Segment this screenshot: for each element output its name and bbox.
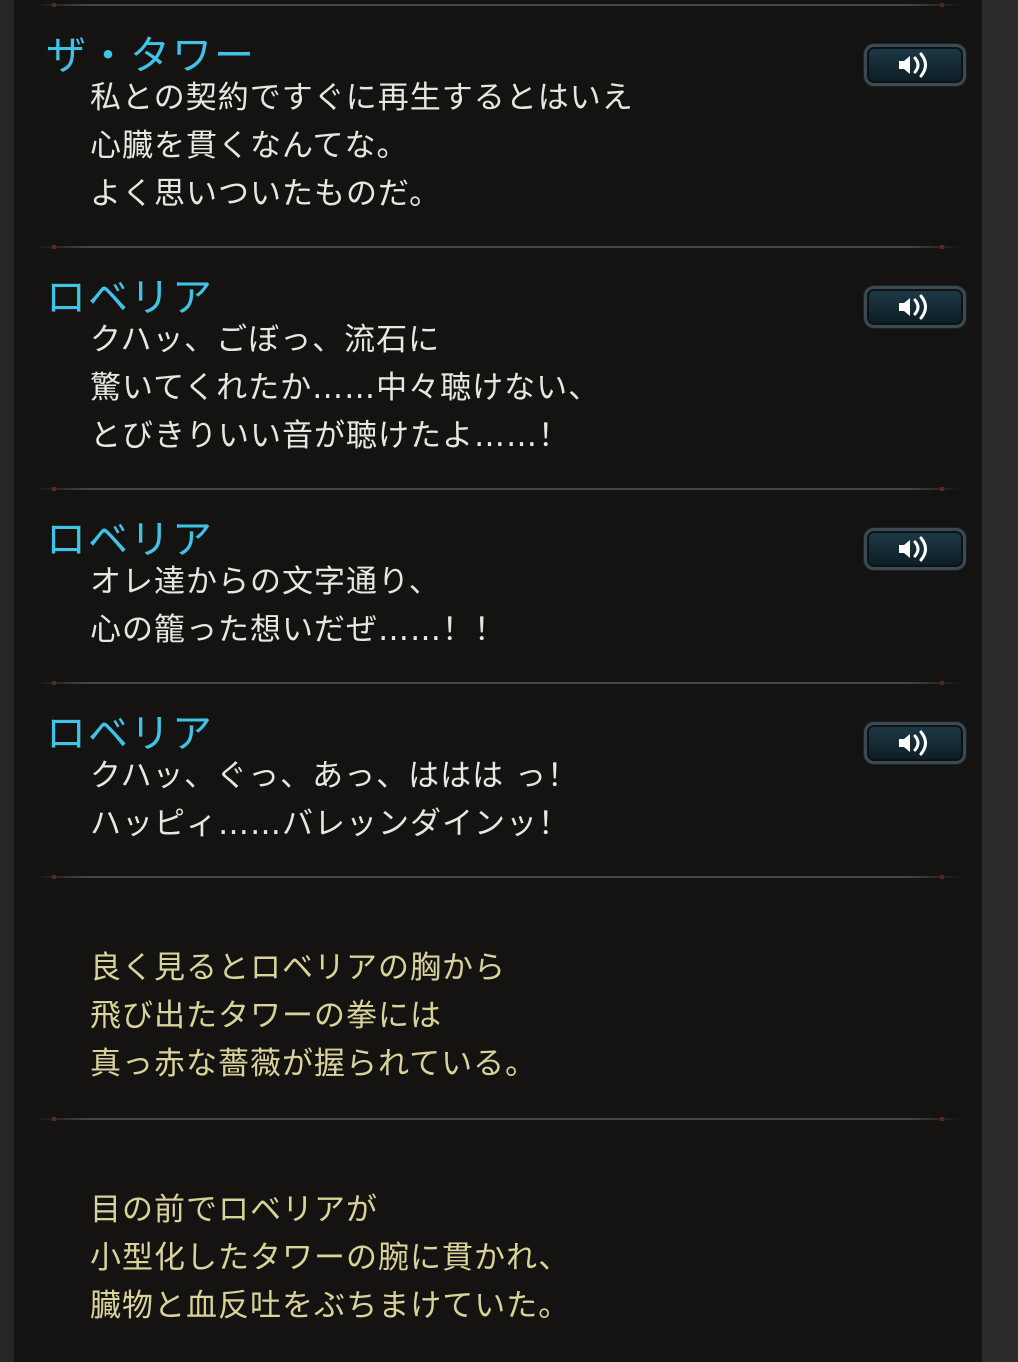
narration-text: 良く見るとロベリアの胸から 飛び出たタワーの拳には 真っ赤な薔薇が握られている。 — [90, 944, 537, 1088]
divider — [34, 1117, 962, 1121]
speaker-volume-icon — [899, 294, 927, 320]
voice-replay-button[interactable] — [864, 722, 966, 764]
dialogue-line: 心の籠った想いだぜ……！！ — [90, 612, 506, 648]
narration-line: 真っ赤な薔薇が握られている。 — [90, 1046, 538, 1082]
narration-line: 臓物と血反吐をぶちまけていた。 — [90, 1288, 571, 1324]
left-edge — [0, 0, 14, 1362]
speaker-name: ロベリア — [46, 711, 214, 757]
dialogue-text: オレ達からの文字通り、 心の籠った想いだぜ……！！ — [90, 558, 506, 654]
divider — [34, 245, 962, 249]
dialogue-line: ハッピィ……バレッンダインッ！ — [90, 806, 570, 842]
backlog-panel[interactable]: ザ・タワー 私との契約ですぐに再生するとはいえ 心臓を貫くなんてな。 よく思いつ… — [14, 0, 982, 1362]
narration-line: 目の前でロベリアが — [90, 1192, 378, 1228]
speaker-volume-icon — [899, 730, 927, 756]
speaker-volume-icon — [899, 52, 927, 78]
dialogue-line: オレ達からの文字通り、 — [90, 564, 441, 600]
narration-line: 小型化したタワーの腕に貫かれ、 — [90, 1240, 571, 1276]
dialogue-line: 心臓を貫くなんてな。 — [90, 128, 409, 164]
dialogue-line: 私との契約ですぐに再生するとはいえ — [90, 80, 634, 116]
divider — [34, 875, 962, 879]
scrollbar-track[interactable] — [982, 0, 1018, 1362]
speaker-name: ロベリア — [46, 517, 214, 563]
dialogue-line: クハッ、ぐっ、あっ、ははは っ！ — [90, 758, 579, 794]
dialogue-text: 私との契約ですぐに再生するとはいえ 心臓を貫くなんてな。 よく思いついたものだ。 — [90, 74, 634, 218]
divider — [34, 681, 962, 685]
voice-replay-button[interactable] — [864, 528, 966, 570]
speaker-name: ザ・タワー — [46, 33, 256, 79]
voice-replay-button[interactable] — [864, 286, 966, 328]
narration-line: 良く見るとロベリアの胸から — [90, 950, 506, 986]
divider-top — [34, 3, 962, 7]
dialogue-line: とびきりいい音が聴けたよ……！ — [90, 418, 570, 454]
voice-replay-button[interactable] — [864, 44, 966, 86]
divider — [34, 487, 962, 491]
dialogue-line: 驚いてくれたか……中々聴けない、 — [90, 370, 601, 406]
dialogue-text: クハッ、ぐっ、あっ、ははは っ！ ハッピィ……バレッンダインッ！ — [90, 752, 579, 848]
speaker-volume-icon — [899, 536, 927, 562]
dialogue-line: よく思いついたものだ。 — [90, 176, 442, 212]
dialogue-text: クハッ、ごぼっ、流石に 驚いてくれたか……中々聴けない、 とびきりいい音が聴けた… — [90, 316, 600, 460]
dialogue-line: クハッ、ごぼっ、流石に — [90, 322, 441, 358]
narration-line: 飛び出たタワーの拳には — [90, 998, 442, 1034]
narration-text: 目の前でロベリアが 小型化したタワーの腕に貫かれ、 臓物と血反吐をぶちまけていた… — [90, 1186, 570, 1330]
speaker-name: ロベリア — [46, 275, 214, 321]
